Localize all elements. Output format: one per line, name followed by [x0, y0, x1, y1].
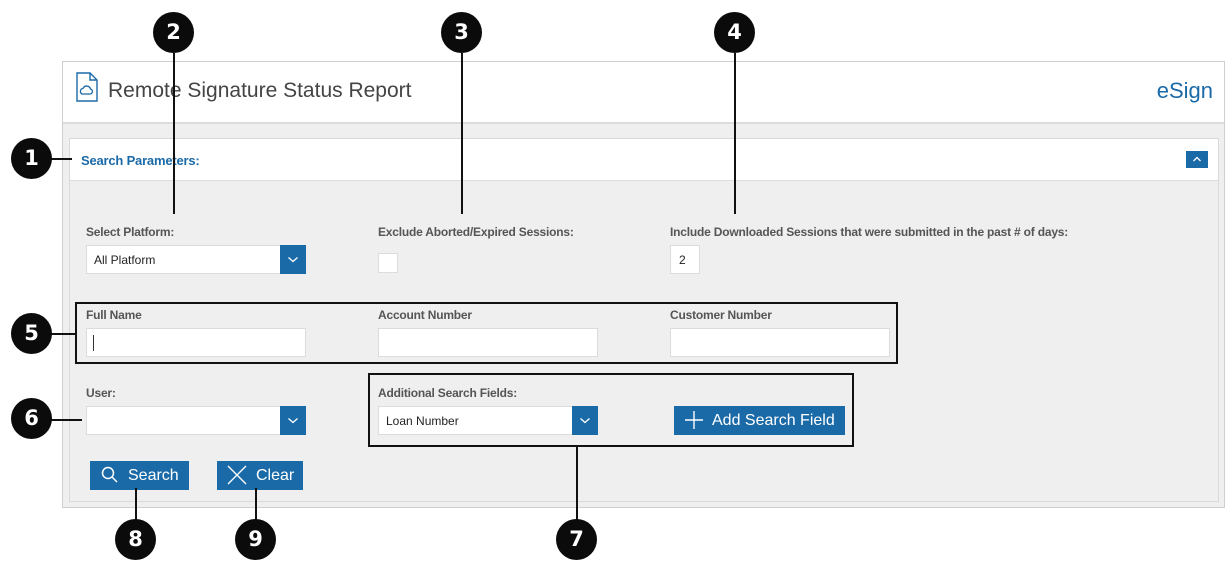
clear-button[interactable]: Clear: [217, 461, 303, 490]
callout-7-leader: [576, 446, 578, 520]
x-icon: [227, 465, 247, 485]
callout-8: 8: [115, 519, 156, 560]
brand-label[interactable]: eSign: [1157, 78, 1213, 104]
chevron-down-icon: [288, 418, 298, 424]
collapse-button[interactable]: [1186, 151, 1208, 168]
magnifier-icon: [101, 466, 118, 483]
page-title: Remote Signature Status Report: [108, 79, 412, 102]
callout-3-leader: [461, 53, 463, 214]
callout-9: 9: [235, 519, 276, 560]
document-cloud-icon: [76, 72, 98, 102]
callout-5-leader: [50, 333, 76, 335]
exclude-label: Exclude Aborted/Expired Sessions:: [378, 225, 574, 239]
platform-value: All Platform: [94, 253, 156, 267]
platform-label: Select Platform:: [86, 225, 175, 239]
exclude-checkbox[interactable]: [378, 253, 398, 273]
include-days-input[interactable]: 2: [670, 245, 700, 274]
chevron-down-icon: [288, 257, 298, 263]
callout-9-leader: [255, 488, 257, 520]
callout-5: 5: [11, 313, 52, 354]
panel-title: Search Parameters:: [81, 153, 200, 168]
platform-dropdown-button[interactable]: [280, 245, 306, 274]
callout-8-leader: [135, 488, 137, 520]
callout-6: 6: [11, 398, 52, 439]
name-fields-highlight-box: [75, 302, 898, 364]
callout-4-leader: [734, 53, 736, 214]
additional-fields-highlight-box: [368, 373, 854, 447]
callout-2-leader: [173, 53, 175, 214]
callout-1-leader: [50, 158, 72, 160]
search-button[interactable]: Search: [90, 461, 189, 490]
callout-7: 7: [556, 519, 597, 560]
platform-select[interactable]: All Platform: [86, 245, 306, 274]
search-button-label: Search: [128, 467, 179, 484]
include-days-value: 2: [679, 253, 686, 267]
callout-1: 1: [11, 138, 52, 179]
include-days-label: Include Downloaded Sessions that were su…: [670, 225, 1069, 239]
clear-button-label: Clear: [256, 467, 295, 484]
callout-2: 2: [153, 12, 194, 53]
user-dropdown-button[interactable]: [280, 406, 306, 435]
chevron-up-icon: [1193, 156, 1201, 162]
user-select[interactable]: [86, 406, 306, 435]
user-label: User:: [86, 386, 116, 400]
callout-4: 4: [714, 12, 755, 53]
report-header: Remote Signature Status Report eSign: [63, 62, 1224, 124]
panel-header[interactable]: Search Parameters:: [70, 139, 1218, 181]
callout-6-leader: [50, 419, 82, 421]
callout-3: 3: [441, 12, 482, 53]
